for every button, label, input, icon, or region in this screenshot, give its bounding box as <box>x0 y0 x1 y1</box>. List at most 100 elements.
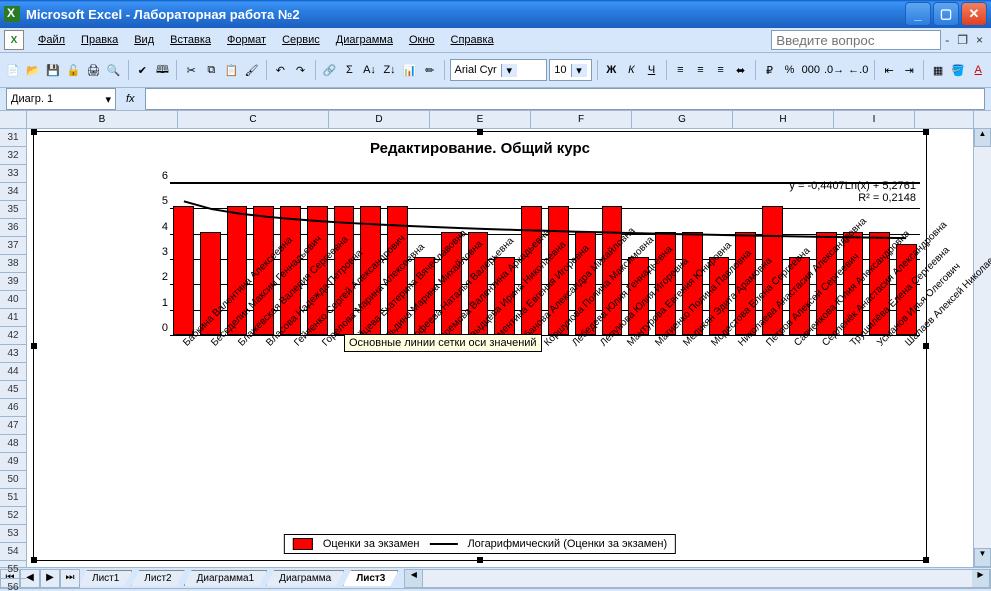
column-header[interactable]: G <box>632 111 733 128</box>
decrease-decimal-icon[interactable]: ←.0 <box>847 58 869 82</box>
fx-icon[interactable]: fx <box>116 93 145 105</box>
menu-help[interactable]: Справка <box>443 32 502 48</box>
copy-icon[interactable]: ⧉ <box>202 58 220 82</box>
column-header[interactable]: H <box>733 111 834 128</box>
row-header[interactable]: 42 <box>0 327 26 345</box>
name-box[interactable]: Диагр. 1▾ <box>6 88 116 110</box>
ask-question-input[interactable] <box>771 30 941 50</box>
menu-insert[interactable]: Вставка <box>162 32 219 48</box>
minimize-button[interactable]: _ <box>905 2 931 26</box>
increase-decimal-icon[interactable]: .0→ <box>823 58 845 82</box>
document-control-icon[interactable]: X <box>4 30 24 50</box>
doc-minimize-button[interactable]: - <box>941 33 953 47</box>
new-icon[interactable]: 📄 <box>4 58 22 82</box>
borders-icon[interactable]: ▦ <box>929 58 947 82</box>
row-header[interactable]: 50 <box>0 471 26 489</box>
chart-wizard-icon[interactable]: 📊 <box>401 58 419 82</box>
scroll-right-button[interactable]: ▶ <box>972 570 990 587</box>
formula-input[interactable] <box>145 88 985 110</box>
row-header[interactable]: 49 <box>0 453 26 471</box>
menu-edit[interactable]: Правка <box>73 32 126 48</box>
column-header[interactable]: F <box>531 111 632 128</box>
decrease-indent-icon[interactable]: ⇤ <box>880 58 898 82</box>
grid-body[interactable]: Редактирование. Общий курс 0123456 y = -… <box>27 129 973 567</box>
italic-icon[interactable]: К <box>622 58 640 82</box>
align-right-icon[interactable]: ≡ <box>711 58 729 82</box>
hyperlink-icon[interactable]: 🔗 <box>320 58 338 82</box>
doc-close-button[interactable]: × <box>972 33 987 47</box>
row-header[interactable]: 46 <box>0 399 26 417</box>
column-header[interactable]: D <box>329 111 430 128</box>
maximize-button[interactable]: ▢ <box>933 2 959 26</box>
row-header[interactable]: 48 <box>0 435 26 453</box>
sheet-tab[interactable]: Лист2 <box>131 570 184 586</box>
row-header[interactable]: 37 <box>0 237 26 255</box>
menu-service[interactable]: Сервис <box>274 32 328 48</box>
row-header[interactable]: 39 <box>0 273 26 291</box>
row-header[interactable]: 38 <box>0 255 26 273</box>
row-header[interactable]: 35 <box>0 201 26 219</box>
format-painter-icon[interactable]: 🖌 <box>243 58 261 82</box>
menu-view[interactable]: Вид <box>126 32 162 48</box>
row-header[interactable]: 43 <box>0 345 26 363</box>
scroll-up-button[interactable]: ▲ <box>974 128 991 147</box>
comma-icon[interactable]: 000 <box>801 58 821 82</box>
percent-icon[interactable]: % <box>781 58 799 82</box>
sheet-tab[interactable]: Диаграмма1 <box>184 570 268 586</box>
row-header[interactable]: 52 <box>0 507 26 525</box>
merge-center-icon[interactable]: ⬌ <box>732 58 750 82</box>
row-header[interactable]: 47 <box>0 417 26 435</box>
spelling-icon[interactable]: ✔ <box>133 58 151 82</box>
scroll-down-button[interactable]: ▼ <box>974 548 991 567</box>
close-button[interactable]: ✕ <box>961 2 987 26</box>
vertical-scrollbar[interactable]: ▲ ▼ <box>973 111 991 567</box>
research-icon[interactable]: 🕮 <box>153 58 171 82</box>
row-header[interactable]: 32 <box>0 147 26 165</box>
row-header[interactable]: 53 <box>0 525 26 543</box>
row-header[interactable]: 44 <box>0 363 26 381</box>
sheet-tab[interactable]: Диаграмма <box>266 570 344 586</box>
column-header[interactable]: E <box>430 111 531 128</box>
undo-icon[interactable]: ↶ <box>271 58 289 82</box>
font-name-combo[interactable]: Arial Cyr▾ <box>450 59 548 81</box>
row-header[interactable]: 41 <box>0 309 26 327</box>
underline-icon[interactable]: Ч <box>642 58 660 82</box>
row-header[interactable]: 51 <box>0 489 26 507</box>
column-header[interactable]: C <box>178 111 329 128</box>
row-header[interactable]: 34 <box>0 183 26 201</box>
row-header[interactable]: 45 <box>0 381 26 399</box>
sort-desc-icon[interactable]: Z↓ <box>381 58 399 82</box>
doc-restore-button[interactable]: ❐ <box>953 33 972 47</box>
save-icon[interactable]: 💾 <box>44 58 62 82</box>
tab-next-button[interactable]: ▶ <box>40 569 60 588</box>
redo-icon[interactable]: ↷ <box>291 58 309 82</box>
column-header[interactable]: I <box>834 111 915 128</box>
menu-diagram[interactable]: Диаграмма <box>328 32 401 48</box>
autosum-icon[interactable]: Σ <box>340 58 358 82</box>
align-center-icon[interactable]: ≡ <box>691 58 709 82</box>
row-header[interactable]: 31 <box>0 129 26 147</box>
scroll-left-button[interactable]: ◀ <box>405 570 423 587</box>
currency-icon[interactable]: ₽ <box>760 58 778 82</box>
print-icon[interactable]: 🖨 <box>84 58 102 82</box>
row-header[interactable]: 54 <box>0 543 26 561</box>
row-header[interactable]: 40 <box>0 291 26 309</box>
row-header[interactable]: 33 <box>0 165 26 183</box>
open-icon[interactable]: 📂 <box>24 58 42 82</box>
font-color-icon[interactable]: A <box>969 58 987 82</box>
cut-icon[interactable]: ✂ <box>182 58 200 82</box>
align-left-icon[interactable]: ≡ <box>671 58 689 82</box>
menu-window[interactable]: Окно <box>401 32 443 48</box>
paste-icon[interactable]: 📋 <box>222 58 240 82</box>
chart-title[interactable]: Редактирование. Общий курс <box>34 132 926 157</box>
row-header[interactable]: 56 <box>0 579 26 591</box>
font-size-combo[interactable]: 10▾ <box>549 59 591 81</box>
horizontal-scrollbar[interactable]: ◀ ▶ <box>404 569 991 588</box>
menu-format[interactable]: Формат <box>219 32 274 48</box>
fill-color-icon[interactable]: 🪣 <box>949 58 967 82</box>
row-header[interactable]: 55 <box>0 561 26 579</box>
tab-last-button[interactable]: ⏭ <box>60 569 80 588</box>
chart-object[interactable]: Редактирование. Общий курс 0123456 y = -… <box>33 131 927 561</box>
sheet-tab[interactable]: Лист1 <box>79 570 132 586</box>
chart-legend[interactable]: Оценки за экзамен Логарифмический (Оценк… <box>284 534 676 554</box>
